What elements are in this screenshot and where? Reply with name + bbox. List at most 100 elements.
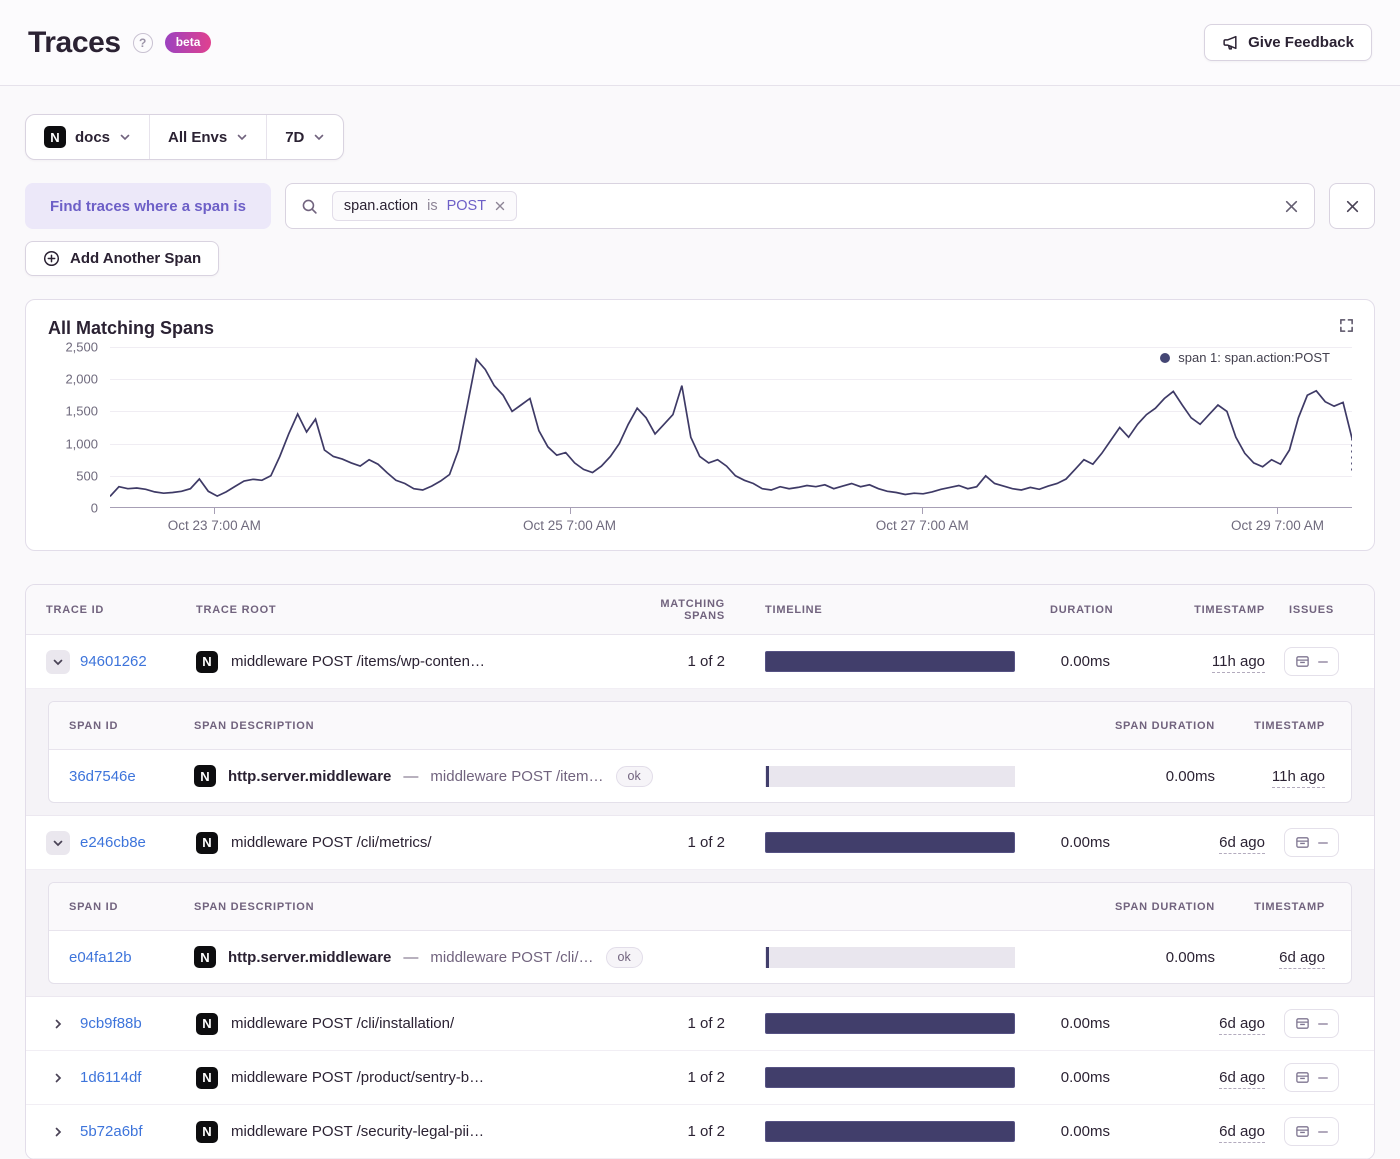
project-filter[interactable]: N docs: [26, 115, 149, 159]
nextjs-project-icon: N: [196, 650, 218, 673]
span-description-text: middleware POST /item…: [430, 767, 604, 785]
span-search-box[interactable]: span.action is POST: [284, 183, 1315, 229]
trace-id-link[interactable]: 5b72a6bf: [80, 1123, 143, 1140]
issues-button[interactable]: [1284, 828, 1339, 857]
token-operator: is: [427, 198, 438, 214]
nextjs-project-icon: N: [196, 1120, 218, 1143]
token-key: span.action: [343, 198, 419, 214]
nextjs-project-icon: N: [196, 1012, 218, 1035]
span-timeline-bar: [765, 765, 1015, 787]
trace-id-link[interactable]: 94601262: [80, 653, 147, 670]
timeline-bar: [765, 651, 1015, 672]
col-span-duration: SPAN DURATION: [1114, 900, 1215, 913]
nextjs-project-icon: N: [196, 1066, 218, 1089]
matching-spans-value: 1 of 2: [687, 653, 725, 670]
trace-root-text: middleware POST /cli/metrics/: [231, 834, 432, 851]
date-range-label: 7D: [285, 128, 305, 146]
x-tick-label: Oct 27 7:00 AM: [875, 518, 969, 533]
y-tick-label: 2,000: [65, 371, 98, 387]
trace-root-text: middleware POST /cli/installation/: [231, 1015, 455, 1032]
span-status-badge: ok: [605, 946, 643, 968]
trace-root-text: middleware POST /product/sentry-b…: [231, 1069, 485, 1086]
expand-row-icon[interactable]: [46, 1120, 70, 1144]
help-icon[interactable]: ?: [132, 32, 153, 53]
trace-id-link[interactable]: 1d6114df: [80, 1069, 141, 1086]
project-filter-label: docs: [75, 128, 111, 146]
dash-icon: [1318, 1022, 1328, 1025]
trace-id-link[interactable]: e246cb8e: [80, 834, 146, 851]
matching-spans-value: 1 of 2: [687, 834, 725, 851]
span-op: http.server.middleware: [228, 767, 392, 785]
separator: —: [403, 948, 419, 966]
col-duration: DURATION: [1050, 603, 1114, 616]
inbox-icon: [1295, 654, 1310, 669]
col-span-duration: SPAN DURATION: [1114, 719, 1215, 732]
give-feedback-button[interactable]: Give Feedback: [1204, 24, 1372, 61]
duration-value: 0.00ms: [1060, 1069, 1110, 1086]
date-range-filter[interactable]: 7D: [266, 115, 343, 159]
trace-id-link[interactable]: 9cb9f88b: [80, 1015, 142, 1032]
clear-search-icon[interactable]: [1284, 199, 1299, 214]
trace-root-text: middleware POST /security-legal-pii…: [231, 1123, 485, 1140]
span-op: http.server.middleware: [228, 948, 392, 966]
chart-plot-area: [110, 347, 1352, 514]
span-row: 36d7546e N http.server.middleware — midd…: [49, 750, 1351, 802]
chevron-down-icon: [119, 131, 131, 143]
duration-value: 0.00ms: [1060, 1123, 1110, 1140]
environment-filter[interactable]: All Envs: [149, 115, 266, 159]
nextjs-project-icon: N: [194, 765, 216, 787]
col-trace-root: TRACE ROOT: [196, 603, 277, 616]
x-tick-label: Oct 23 7:00 AM: [167, 518, 261, 533]
remove-span-filter-button[interactable]: [1329, 183, 1375, 229]
environment-filter-label: All Envs: [168, 128, 228, 146]
issues-button[interactable]: [1284, 647, 1339, 676]
traces-table: TRACE ID TRACE ROOT MATCHING SPANS TIMEL…: [25, 584, 1375, 1159]
dash-icon: [1318, 1076, 1328, 1079]
all-matching-spans-chart-card: All Matching Spans span 1: span.action:P…: [25, 299, 1375, 551]
x-tick-label: Oct 25 7:00 AM: [523, 518, 617, 533]
matching-spans-value: 1 of 2: [687, 1123, 725, 1140]
token-remove-icon[interactable]: [495, 201, 505, 211]
timestamp-value: 6d ago: [1219, 834, 1265, 854]
y-tick-label: 500: [76, 468, 98, 484]
separator: —: [403, 767, 419, 785]
y-tick-label: 1,500: [65, 403, 98, 419]
issues-button[interactable]: [1284, 1063, 1339, 1092]
page-header: Traces ? beta Give Feedback: [0, 0, 1400, 86]
duration-value: 0.00ms: [1060, 1015, 1110, 1032]
span-id-link[interactable]: e04fa12b: [69, 949, 194, 966]
expand-row-icon[interactable]: [46, 1066, 70, 1090]
collapse-row-icon[interactable]: [46, 830, 70, 855]
plus-circle-icon: [43, 250, 60, 267]
y-tick-label: 2,500: [65, 339, 98, 355]
span-id-link[interactable]: 36d7546e: [69, 768, 194, 785]
page-filter-bar: N docs All Envs 7D: [25, 114, 345, 160]
add-another-span-button[interactable]: Add Another Span: [25, 241, 220, 276]
chart-title: All Matching Spans: [48, 318, 215, 338]
beta-badge: beta: [164, 32, 212, 53]
span-timestamp-value: 6d ago: [1279, 948, 1325, 969]
col-timestamp: TIMESTAMP: [1194, 603, 1265, 616]
timeline-bar: [765, 832, 1015, 853]
y-tick-label: 1,000: [65, 436, 98, 452]
span-status-badge: ok: [615, 765, 653, 787]
expand-chart-icon[interactable]: [1339, 318, 1354, 333]
search-input[interactable]: [531, 184, 1270, 228]
table-row: e246cb8e N middleware POST /cli/metrics/…: [26, 816, 1374, 870]
search-icon: [301, 198, 318, 215]
col-span-description: SPAN DESCRIPTION: [194, 900, 315, 913]
x-tick-label: Oct 29 7:00 AM: [1230, 518, 1324, 533]
span-timestamp-value: 11h ago: [1271, 767, 1325, 788]
megaphone-icon: [1222, 34, 1239, 51]
inbox-icon: [1295, 1124, 1310, 1139]
timeline-bar: [765, 1121, 1015, 1142]
collapse-row-icon[interactable]: [46, 649, 70, 674]
inbox-icon: [1295, 1070, 1310, 1085]
issues-button[interactable]: [1284, 1009, 1339, 1038]
col-span-id: SPAN ID: [69, 900, 119, 913]
issues-button[interactable]: [1284, 1117, 1339, 1146]
dash-icon: [1318, 660, 1328, 663]
search-token-span-action[interactable]: span.action is POST: [331, 191, 518, 221]
dash-icon: [1318, 1130, 1328, 1133]
expand-row-icon[interactable]: [46, 1012, 70, 1036]
